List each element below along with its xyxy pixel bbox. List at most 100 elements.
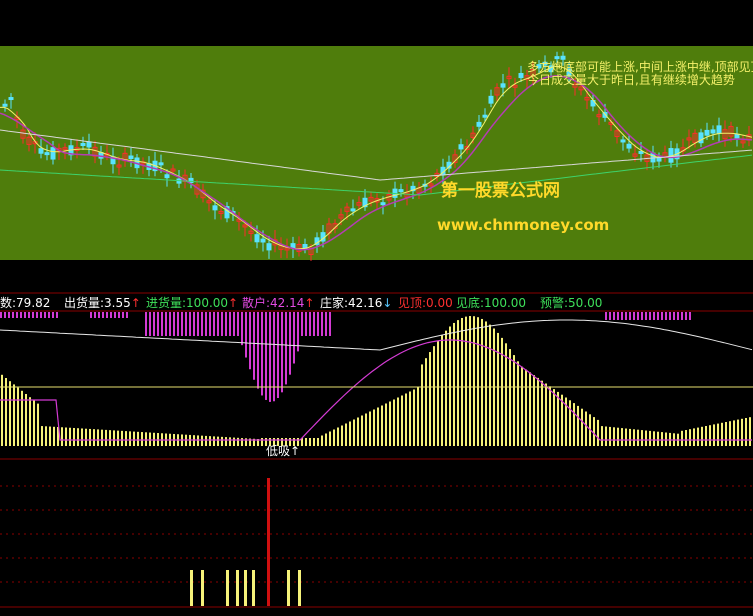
volume-bar xyxy=(201,435,203,446)
volume-bar xyxy=(629,428,631,446)
volume-bar xyxy=(621,428,623,446)
volume-bar xyxy=(653,431,655,446)
volume-bar xyxy=(489,324,491,446)
candle-body xyxy=(620,139,626,143)
candle-body xyxy=(8,97,14,101)
volume-bar xyxy=(633,429,635,446)
volume-bar xyxy=(741,418,743,446)
volume-bar xyxy=(221,436,223,446)
bearish-bar xyxy=(177,312,179,336)
volume-bar xyxy=(529,372,531,446)
candle-body xyxy=(482,114,488,118)
volume-bar xyxy=(485,321,487,446)
bearish-bar xyxy=(613,312,615,320)
volume-bar xyxy=(429,352,431,446)
volume-bar xyxy=(737,419,739,446)
volume-bar xyxy=(365,413,367,446)
volume-bar xyxy=(389,401,391,446)
bearish-bar xyxy=(197,312,199,336)
bearish-bar xyxy=(225,312,227,336)
bearish-bar xyxy=(329,312,331,336)
volume-bar xyxy=(137,431,139,446)
volume-bar xyxy=(453,322,455,446)
bearish-bar xyxy=(114,312,116,318)
header-item: 进货量:100.00↑ xyxy=(146,295,238,310)
trend-line-white xyxy=(0,319,753,351)
volume-bar xyxy=(585,411,587,446)
candle-body xyxy=(734,133,740,139)
bearish-bar xyxy=(257,312,259,389)
volume-bar xyxy=(49,426,51,446)
candle-body xyxy=(488,95,494,104)
signal-text-line2: 今日成交量大于昨日,且有继续增大趋势 xyxy=(527,72,735,87)
volume-bar xyxy=(557,391,559,446)
volume-bar xyxy=(357,417,359,446)
bearish-bar xyxy=(221,312,223,336)
volume-bar xyxy=(641,430,643,446)
volume-bar xyxy=(41,426,43,446)
bearish-bar xyxy=(637,312,639,320)
candle-body xyxy=(80,143,86,147)
candle-body xyxy=(398,189,404,193)
volume-bar xyxy=(129,431,131,446)
volume-bar xyxy=(113,430,115,446)
bearish-bar xyxy=(281,312,283,393)
bearish-bar xyxy=(193,312,195,336)
bearish-bar xyxy=(273,312,275,402)
volume-bar xyxy=(385,403,387,446)
header-item: 见顶:0.00 xyxy=(398,296,453,310)
volume-bar xyxy=(549,386,551,446)
header-item: 出货量:3.55↑ xyxy=(64,295,141,310)
candle-body xyxy=(710,129,716,134)
volume-bar xyxy=(445,330,447,446)
volume-bar xyxy=(329,431,331,446)
volume-bar xyxy=(665,432,667,446)
bearish-bar xyxy=(229,312,231,336)
bearish-bar xyxy=(309,312,311,336)
bearish-bar xyxy=(145,312,147,336)
bearish-bar xyxy=(153,312,155,336)
volume-bar xyxy=(109,430,111,446)
volume-bar xyxy=(205,435,207,446)
volume-bar xyxy=(649,430,651,446)
volume-bars-mid xyxy=(0,312,751,446)
candle-body xyxy=(212,205,218,211)
volume-bar xyxy=(593,417,595,446)
stock-chart-canvas[interactable]: 多方炮底部可能上涨,中间上涨中继,顶部见顶 今日成交量大于昨日,且有继续增大趋势… xyxy=(0,0,753,612)
volume-bar xyxy=(65,427,67,446)
signal-bar xyxy=(226,570,229,606)
volume-bar xyxy=(661,432,663,446)
volume-bar xyxy=(133,431,135,446)
bearish-bar xyxy=(241,312,243,346)
bearish-bar xyxy=(209,312,211,336)
candle-body xyxy=(380,202,386,206)
volume-bar xyxy=(197,435,199,446)
bearish-bar xyxy=(118,312,120,318)
signal-bar xyxy=(201,570,204,606)
volume-bar xyxy=(397,397,399,446)
bearish-bar xyxy=(213,312,215,336)
volume-bar xyxy=(29,397,31,446)
bearish-bar xyxy=(32,312,34,318)
bearish-bar xyxy=(609,312,611,320)
candle-body xyxy=(254,234,260,243)
volume-bar xyxy=(625,428,627,446)
volume-bar xyxy=(729,421,731,446)
bearish-bar xyxy=(233,312,235,336)
header-item: 庄家:42.16↓ xyxy=(320,295,392,310)
bearish-bar xyxy=(110,312,112,318)
volume-bar xyxy=(213,436,215,446)
bearish-bar xyxy=(633,312,635,320)
volume-bar xyxy=(209,436,211,446)
candle-body xyxy=(716,125,722,134)
volume-bar xyxy=(601,426,603,446)
volume-bar xyxy=(749,417,751,446)
candle-body xyxy=(704,129,710,136)
volume-bar xyxy=(521,366,523,446)
volume-bar xyxy=(5,378,7,446)
volume-bar xyxy=(461,317,463,446)
signal-bars-bottom xyxy=(190,478,301,606)
signal-bar xyxy=(236,570,239,606)
volume-bar xyxy=(697,427,699,446)
candle-body xyxy=(500,83,506,88)
